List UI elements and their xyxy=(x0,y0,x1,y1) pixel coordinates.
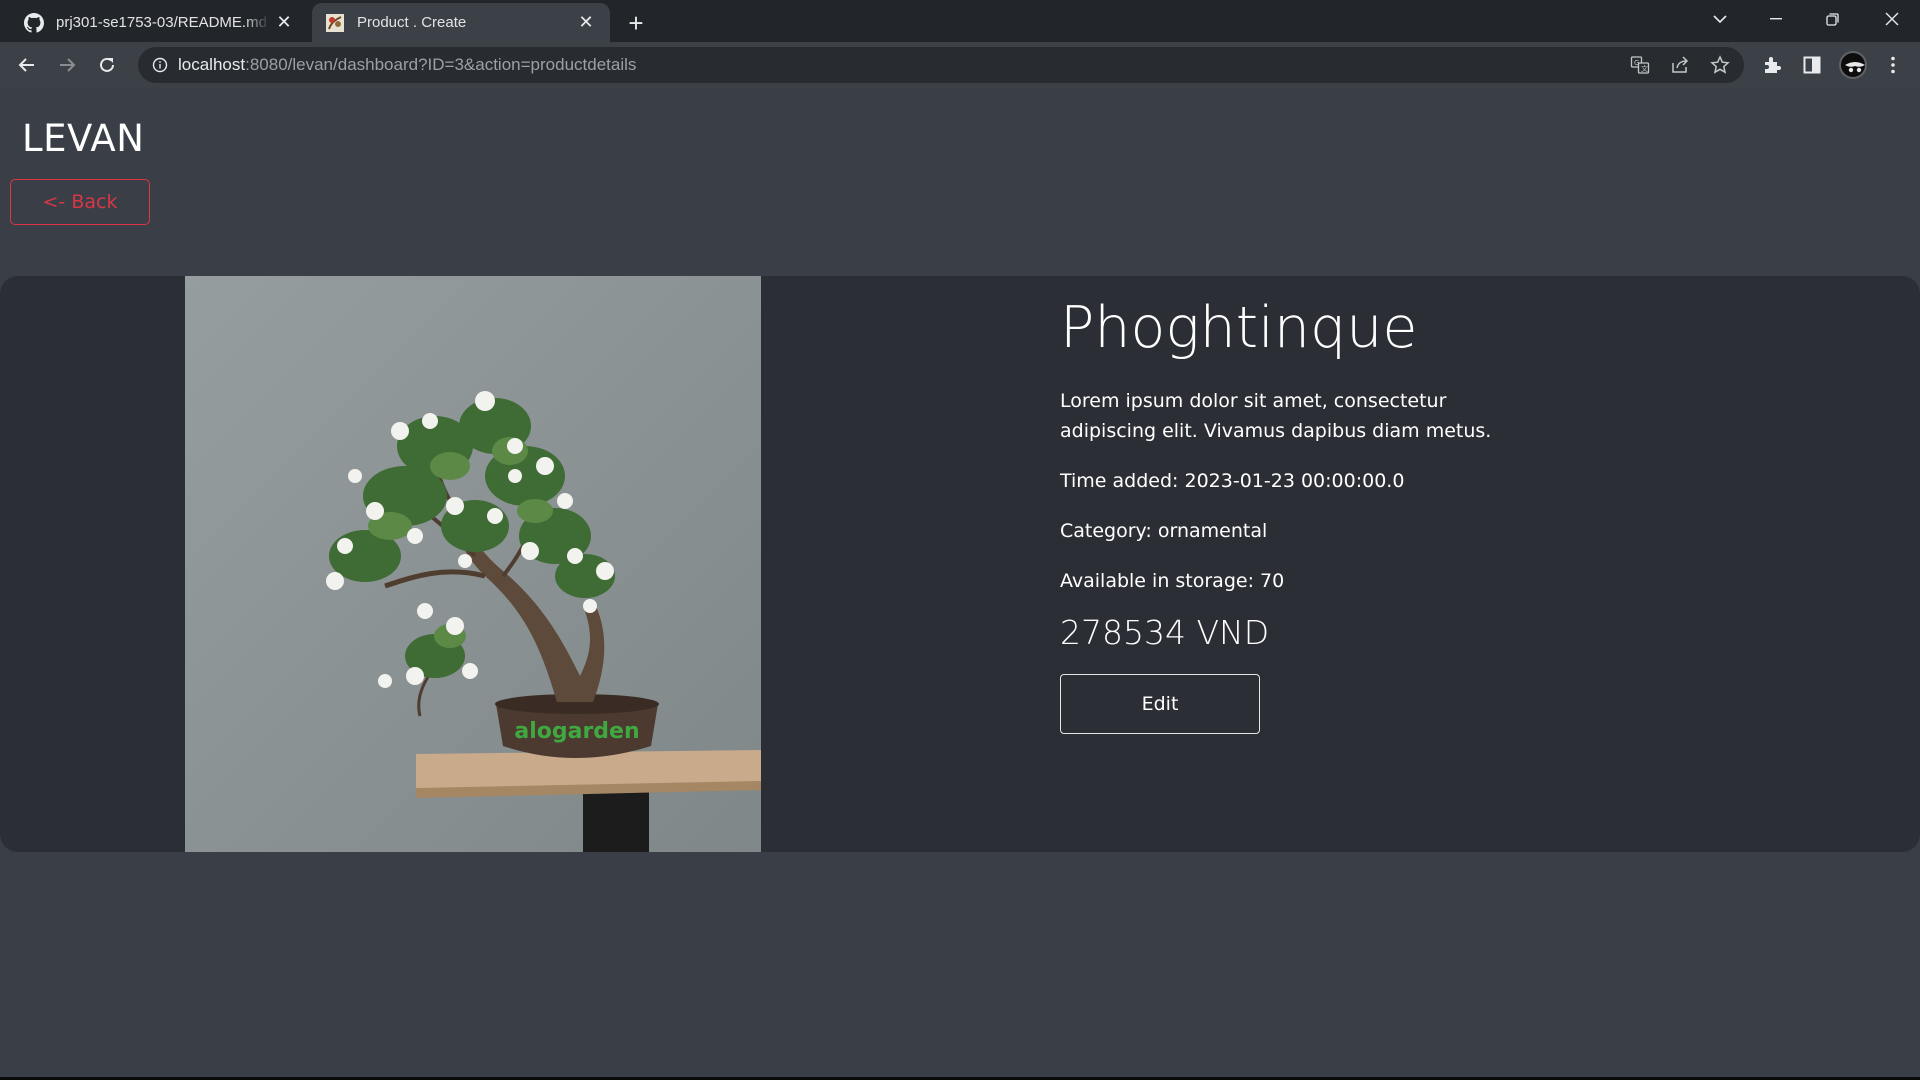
product-description: Lorem ipsum dolor sit amet, consectetur … xyxy=(1060,389,1492,442)
tab-title: Product . Create xyxy=(357,14,467,31)
close-window-icon[interactable] xyxy=(1864,0,1920,38)
side-panel-icon[interactable] xyxy=(1796,49,1828,81)
reload-icon[interactable] xyxy=(91,49,123,81)
browser-menu-icon[interactable] xyxy=(1877,49,1909,81)
back-arrow-icon[interactable] xyxy=(11,49,43,81)
close-tab-icon[interactable]: ✕ xyxy=(572,9,600,37)
product-name: Phoghtinque xyxy=(1060,295,1418,361)
profile-avatar[interactable] xyxy=(1837,49,1869,81)
address-bar[interactable]: localhost:8080/levan/dashboard?ID=3&acti… xyxy=(138,47,1744,83)
product-price: 278534 VND xyxy=(1060,612,1270,652)
translate-icon[interactable]: G文 xyxy=(1628,53,1652,77)
page-content: LEVAN <- Back alogarden Phoghtinque Lore… xyxy=(0,88,1920,1080)
forward-arrow-icon[interactable] xyxy=(51,49,83,81)
svg-text:文: 文 xyxy=(1641,64,1648,73)
share-icon[interactable] xyxy=(1668,53,1692,77)
restore-icon[interactable] xyxy=(1804,0,1860,38)
tab-readme[interactable]: prj301-se1753-03/README.md at main ✕ xyxy=(0,3,308,42)
edit-button[interactable]: Edit xyxy=(1060,673,1260,734)
product-card: alogarden Phoghtinque Lorem ipsum dolor … xyxy=(0,276,1920,852)
product-storage: Available in storage: 70 xyxy=(1060,569,1285,592)
product-category: Category: ornamental xyxy=(1060,519,1268,542)
bookmark-star-icon[interactable] xyxy=(1708,53,1732,77)
site-info-icon[interactable] xyxy=(148,53,172,77)
brand-title: LEVAN xyxy=(22,117,145,160)
browser-tabstrip: prj301-se1753-03/README.md at main ✕ Pro… xyxy=(0,0,1920,42)
tab-product-create[interactable]: Product . Create ✕ xyxy=(312,3,610,42)
product-details: Phoghtinque Lorem ipsum dolor sit amet, … xyxy=(1060,295,1760,734)
product-time-added: Time added: 2023-01-23 00:00:00.0 xyxy=(1060,469,1405,492)
site-favicon-icon xyxy=(325,13,345,33)
pot-logo-text: alogarden xyxy=(514,719,639,744)
url-text: localhost:8080/levan/dashboard?ID=3&acti… xyxy=(178,55,637,74)
product-image: alogarden xyxy=(185,276,761,852)
new-tab-button[interactable]: + xyxy=(620,7,652,39)
extensions-icon[interactable] xyxy=(1756,49,1788,81)
tab-title: prj301-se1753-03/README.md at main xyxy=(56,14,270,31)
tab-search-icon[interactable] xyxy=(1692,0,1748,38)
close-tab-icon[interactable]: ✕ xyxy=(270,9,298,37)
browser-toolbar: localhost:8080/levan/dashboard?ID=3&acti… xyxy=(0,42,1920,88)
back-button[interactable]: <- Back xyxy=(10,179,150,225)
github-icon xyxy=(24,12,44,33)
minimize-icon[interactable] xyxy=(1748,0,1804,38)
